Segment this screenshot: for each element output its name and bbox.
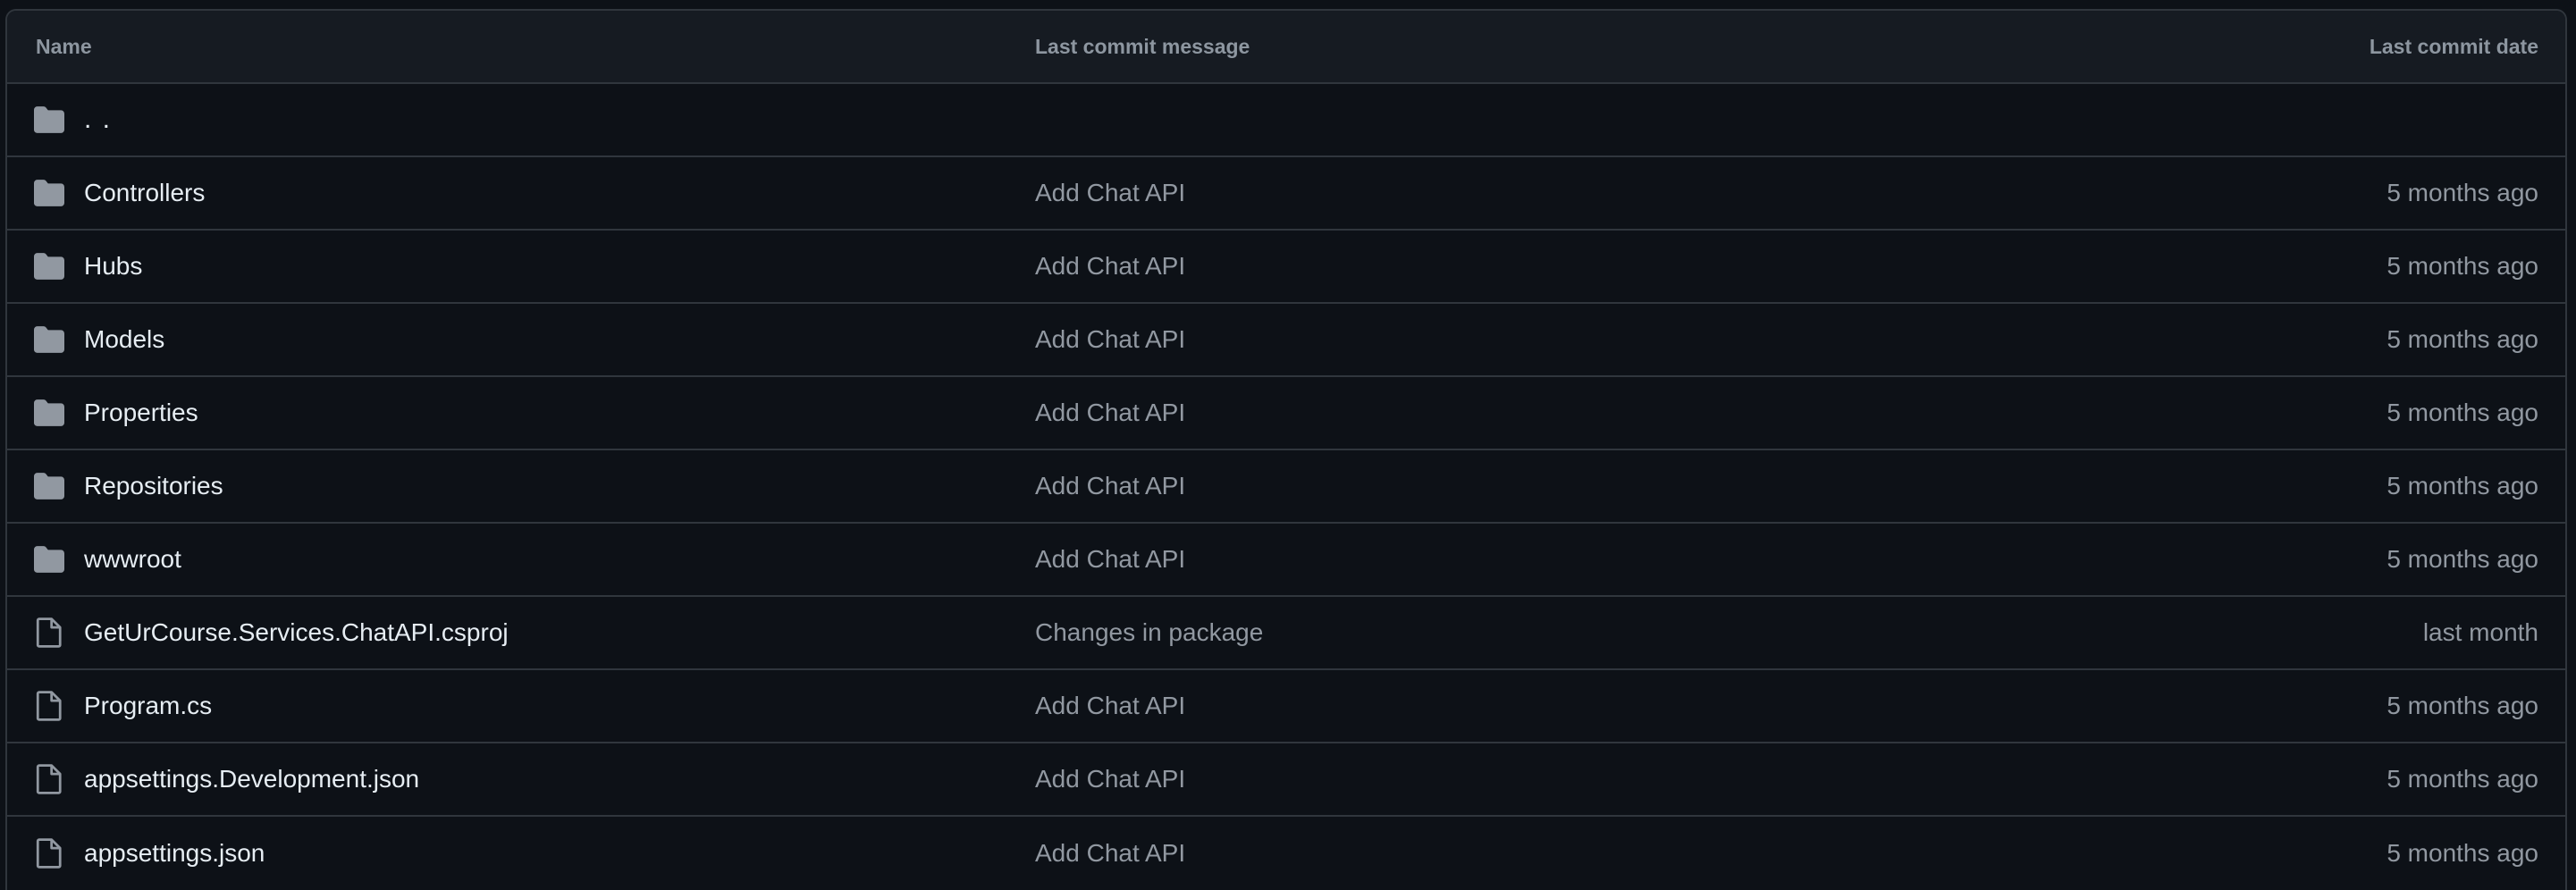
name-cell: Properties <box>7 398 1035 428</box>
commit-message-cell: Changes in package <box>1035 618 2011 647</box>
file-link[interactable]: GetUrCourse.Services.ChatAPI.csproj <box>84 618 509 647</box>
commit-message-cell: Add Chat API <box>1035 325 2011 354</box>
file-icon <box>34 691 64 721</box>
folder-link[interactable]: Hubs <box>84 252 142 281</box>
commit-message-link[interactable]: Add Chat API <box>1035 839 1185 867</box>
name-cell: Program.cs <box>7 691 1035 721</box>
commit-message-cell: Add Chat API <box>1035 765 2011 793</box>
commit-message-link[interactable]: Add Chat API <box>1035 545 1185 573</box>
folder-icon <box>34 398 64 428</box>
file-link[interactable]: Program.cs <box>84 692 212 720</box>
table-row[interactable]: GetUrCourse.Services.ChatAPI.csproj Chang… <box>7 597 2565 670</box>
commit-message-link[interactable]: Add Chat API <box>1035 399 1185 426</box>
commit-date-cell: 5 months ago <box>2011 692 2565 720</box>
folder-link[interactable]: Repositories <box>84 472 223 500</box>
commit-message-cell: Add Chat API <box>1035 839 2011 868</box>
commit-date: 5 months ago <box>2387 252 2538 280</box>
commit-date: last month <box>2422 618 2538 646</box>
commit-date: 5 months ago <box>2387 399 2538 426</box>
commit-message-link[interactable]: Add Chat API <box>1035 325 1185 353</box>
commit-message-cell: Add Chat API <box>1035 252 2011 281</box>
commit-message-link[interactable]: Changes in package <box>1035 618 1263 646</box>
name-cell: GetUrCourse.Services.ChatAPI.csproj <box>7 617 1035 648</box>
name-cell: Controllers <box>7 178 1035 208</box>
commit-date: 5 months ago <box>2387 545 2538 573</box>
file-icon <box>34 764 64 794</box>
table-row[interactable]: Controllers Add Chat API 5 months ago <box>7 157 2565 231</box>
commit-date: 5 months ago <box>2387 839 2538 867</box>
table-header: Name Last commit message Last commit dat… <box>7 11 2565 84</box>
commit-date-cell: 5 months ago <box>2011 839 2565 868</box>
file-table: Name Last commit message Last commit dat… <box>5 9 2567 890</box>
folder-icon <box>34 251 64 281</box>
table-row[interactable]: Models Add Chat API 5 months ago <box>7 304 2565 377</box>
commit-date-cell: last month <box>2011 618 2565 647</box>
file-rows: Controllers Add Chat API 5 months ago Hubs A… <box>7 157 2565 890</box>
commit-message-cell: Add Chat API <box>1035 472 2011 500</box>
name-cell: Hubs <box>7 251 1035 281</box>
commit-date-cell: 5 months ago <box>2011 325 2565 354</box>
commit-date: 5 months ago <box>2387 325 2538 353</box>
commit-message-link[interactable]: Add Chat API <box>1035 179 1185 206</box>
folder-link[interactable]: wwwroot <box>84 545 181 574</box>
folder-link[interactable]: Properties <box>84 399 198 427</box>
commit-message-cell: Add Chat API <box>1035 399 2011 427</box>
header-last-commit-date: Last commit date <box>2369 34 2538 58</box>
commit-message-link[interactable]: Add Chat API <box>1035 472 1185 500</box>
file-link[interactable]: appsettings.Development.json <box>84 765 419 793</box>
table-row[interactable]: wwwroot Add Chat API 5 months ago <box>7 524 2565 597</box>
parent-name-cell: . . <box>7 105 1035 135</box>
commit-message-cell: Add Chat API <box>1035 179 2011 207</box>
name-cell: appsettings.Development.json <box>7 764 1035 794</box>
commit-date-cell: 5 months ago <box>2011 472 2565 500</box>
commit-date-cell: 5 months ago <box>2011 179 2565 207</box>
commit-date-cell: 5 months ago <box>2011 399 2565 427</box>
file-link[interactable]: appsettings.json <box>84 839 265 868</box>
folder-icon <box>34 178 64 208</box>
folder-link[interactable]: Controllers <box>84 179 205 207</box>
header-last-commit-message: Last commit message <box>1035 34 1250 58</box>
commit-message-link[interactable]: Add Chat API <box>1035 692 1185 719</box>
commit-date: 5 months ago <box>2387 692 2538 719</box>
folder-icon <box>34 324 64 355</box>
commit-date: 5 months ago <box>2387 472 2538 500</box>
name-cell: Repositories <box>7 471 1035 501</box>
commit-date-cell: 5 months ago <box>2011 765 2565 793</box>
commit-date-cell: 5 months ago <box>2011 545 2565 574</box>
commit-message-link[interactable]: Add Chat API <box>1035 765 1185 793</box>
name-cell: appsettings.json <box>7 838 1035 869</box>
table-row[interactable]: appsettings.Development.json Add Chat API… <box>7 743 2565 817</box>
commit-message-cell: Add Chat API <box>1035 545 2011 574</box>
table-row[interactable]: Hubs Add Chat API 5 months ago <box>7 231 2565 304</box>
folder-icon <box>34 471 64 501</box>
table-row[interactable]: Program.cs Add Chat API 5 months ago <box>7 670 2565 743</box>
table-row[interactable]: Repositories Add Chat API 5 months ago <box>7 450 2565 524</box>
table-row[interactable]: appsettings.json Add Chat API 5 months ago <box>7 817 2565 890</box>
file-icon <box>34 617 64 648</box>
folder-icon <box>34 544 64 575</box>
parent-directory-row[interactable]: . . <box>7 84 2565 157</box>
commit-date: 5 months ago <box>2387 179 2538 206</box>
header-name: Name <box>36 34 92 58</box>
name-cell: wwwroot <box>7 544 1035 575</box>
commit-message-cell: Add Chat API <box>1035 692 2011 720</box>
parent-directory-link[interactable]: . . <box>84 105 112 135</box>
folder-icon <box>34 105 64 135</box>
file-icon <box>34 838 64 869</box>
name-cell: Models <box>7 324 1035 355</box>
commit-date-cell: 5 months ago <box>2011 252 2565 281</box>
commit-message-link[interactable]: Add Chat API <box>1035 252 1185 280</box>
folder-link[interactable]: Models <box>84 325 164 354</box>
table-row[interactable]: Properties Add Chat API 5 months ago <box>7 377 2565 450</box>
commit-date: 5 months ago <box>2387 765 2538 793</box>
